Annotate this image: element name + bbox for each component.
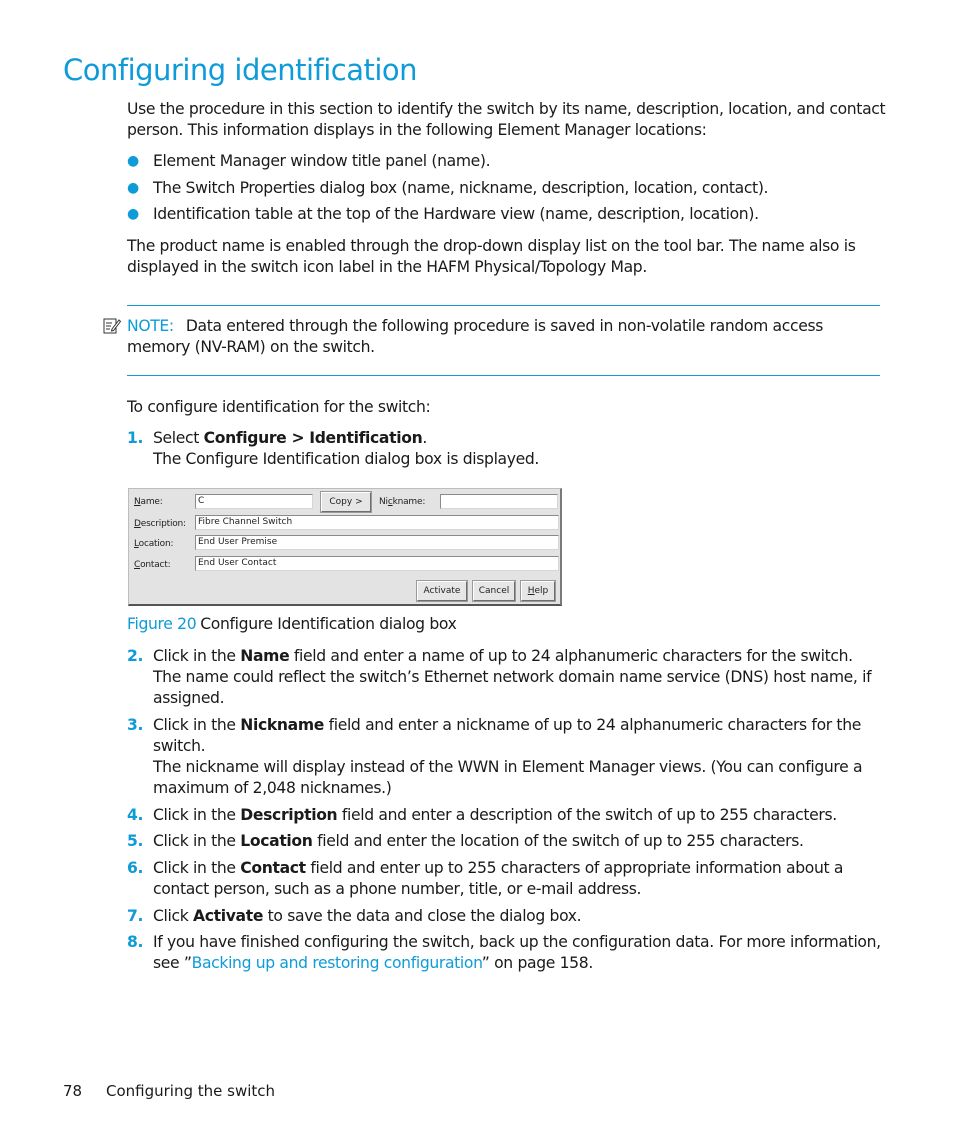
note-pencil-icon (103, 318, 121, 334)
location-label: Location: (134, 539, 174, 549)
description-input[interactable]: Fibre Channel Switch (195, 515, 559, 530)
configure-identification-dialog: Name: C Copy > Nickname: Description: Fi… (128, 488, 562, 606)
procedure-intro: To configure identification for the swit… (127, 398, 431, 416)
description-label: Description: (134, 519, 186, 529)
nickname-label: Nickname: (379, 497, 426, 507)
contact-input[interactable]: End User Contact (195, 556, 559, 571)
figure-label: Figure 20 (127, 615, 197, 633)
figure-title: Configure Identification dialog box (200, 615, 457, 633)
backup-restore-link[interactable]: Backing up and restoring configuration (192, 954, 483, 972)
product-paragraph: The product name is enabled through the … (127, 237, 856, 276)
location-input[interactable]: End User Premise (195, 535, 559, 550)
page-title: Configuring identification (63, 53, 418, 87)
activate-button[interactable]: Activate (417, 581, 467, 601)
bullet-icon: ● (127, 180, 139, 196)
bullet-icon: ● (127, 206, 139, 222)
note-box: NOTE: Data entered through the following … (127, 316, 867, 358)
name-input[interactable]: C (195, 494, 313, 509)
intro-paragraph: Use the procedure in this section to ide… (127, 100, 886, 139)
menu-path: Configure > Identification (203, 429, 423, 447)
copy-button[interactable]: Copy > (321, 492, 371, 512)
page-number: 78 (63, 1082, 83, 1100)
contact-label: Contact: (134, 560, 171, 570)
note-top-divider (127, 305, 880, 306)
figure-caption: Figure 20 Configure Identification dialog… (127, 615, 457, 633)
bullet-icon: ● (127, 153, 139, 169)
note-label: NOTE: (127, 317, 174, 335)
note-text: Data entered through the following proce… (127, 317, 824, 356)
note-bottom-divider (127, 375, 880, 376)
name-label: Name: (134, 497, 163, 507)
nickname-input[interactable] (440, 494, 558, 509)
help-button[interactable]: Help (521, 581, 555, 601)
cancel-button[interactable]: Cancel (473, 581, 515, 601)
footer-section-title: Configuring the switch (106, 1082, 276, 1100)
